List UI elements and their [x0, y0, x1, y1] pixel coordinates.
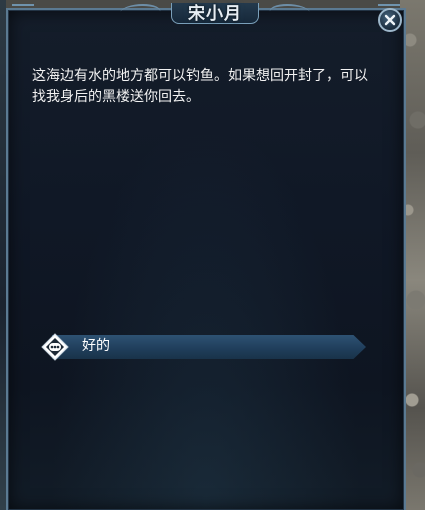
speech-bubble-icon [40, 332, 70, 362]
ornament-wing-left [117, 4, 163, 20]
game-screen: 宋小月 这海边有水的地方都可以钓鱼。如果想回开封了，可以找我身后的黑楼送你回去。… [0, 0, 425, 510]
title-plate: 宋小月 [171, 2, 259, 24]
dialog-option-ok[interactable]: 好的 [40, 332, 366, 362]
title-ornament: 宋小月 [117, 2, 313, 24]
close-icon [384, 14, 396, 26]
npc-name: 宋小月 [188, 3, 242, 24]
option-label: 好的 [82, 338, 110, 354]
dialog-text: 这海边有水的地方都可以钓鱼。如果想回开封了，可以找我身后的黑楼送你回去。 [32, 68, 368, 105]
close-button[interactable] [378, 8, 402, 32]
ornament-wing-right [267, 4, 313, 20]
frame-corner-ornament [12, 4, 34, 20]
